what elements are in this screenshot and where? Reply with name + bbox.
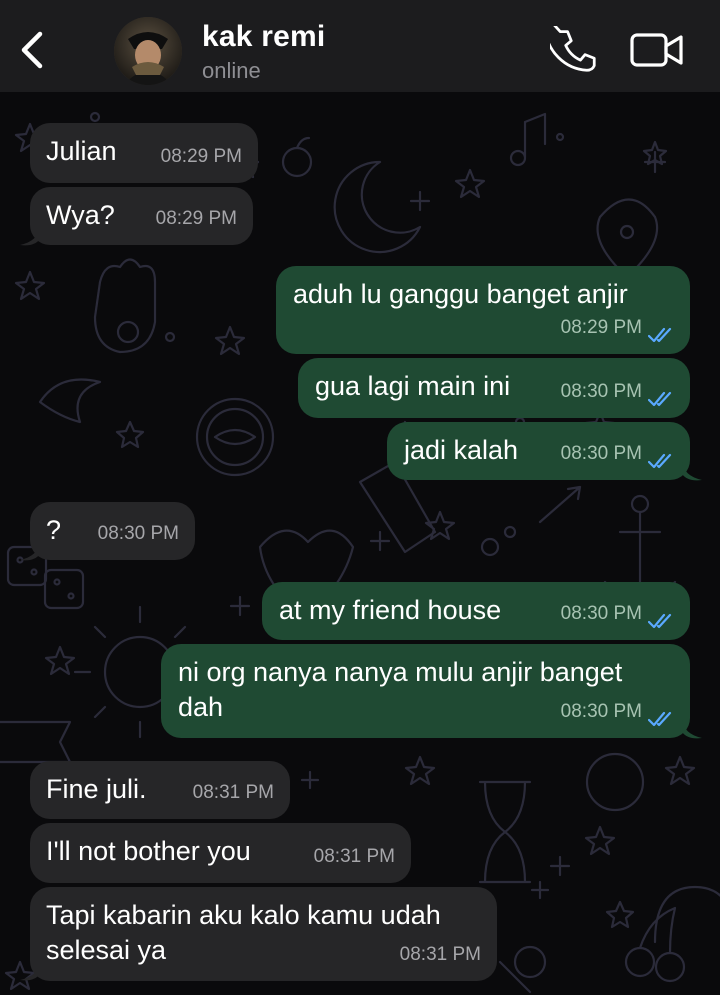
incoming-message[interactable]: Tapi kabarin aku kalo kamu udah selesai … — [30, 887, 497, 981]
bubble-tail — [682, 462, 702, 481]
bubble-tail — [20, 542, 40, 561]
outgoing-message[interactable]: gua lagi main ini 08:30 PM — [298, 358, 690, 418]
double-check-icon — [648, 453, 672, 469]
outgoing-message[interactable]: aduh lu ganggu banget anjir 08:29 PM — [276, 266, 690, 354]
chat-header: kak remi online — [0, 0, 720, 92]
message-text: Fine juli. — [46, 774, 147, 804]
voice-call-button[interactable] — [544, 20, 596, 72]
message-text-line1: Tapi kabarin aku kalo kamu udah — [46, 900, 441, 930]
message-time: 08:30 PM — [97, 523, 179, 544]
outgoing-message[interactable]: ni org nanya nanya mulu anjir banget dah… — [161, 644, 690, 738]
contact-avatar[interactable] — [114, 17, 182, 85]
chat-screen: kak remi online Julian 08:29 PM Wya? 08:… — [0, 0, 720, 995]
double-check-icon — [648, 391, 672, 407]
message-text: Wya? — [46, 200, 115, 230]
message-text: aduh lu ganggu banget anjir — [293, 279, 628, 309]
message-text: Julian — [46, 136, 117, 166]
bubble-tail — [682, 720, 702, 739]
message-time: 08:31 PM — [192, 782, 274, 803]
message-text: gua lagi main ini — [315, 371, 511, 401]
message-text-line2: selesai ya — [46, 935, 167, 965]
incoming-message[interactable]: I'll not bother you 08:31 PM — [30, 823, 411, 883]
message-text: at my friend house — [279, 595, 502, 625]
message-time: 08:30 PM — [560, 603, 642, 624]
message-time: 08:29 PM — [560, 317, 642, 338]
double-check-icon — [648, 327, 672, 343]
outgoing-message[interactable]: jadi kalah 08:30 PM — [387, 422, 690, 480]
avatar-image — [114, 17, 182, 85]
message-time: 08:30 PM — [560, 701, 642, 722]
back-button[interactable] — [12, 26, 52, 72]
message-time: 08:29 PM — [155, 208, 237, 229]
bubble-tail — [20, 962, 40, 981]
message-text: ? — [46, 515, 62, 545]
double-check-icon — [648, 711, 672, 727]
incoming-message[interactable]: Fine juli. 08:31 PM — [30, 761, 290, 819]
message-time: 08:30 PM — [560, 381, 642, 402]
incoming-message[interactable]: Julian 08:29 PM — [30, 123, 258, 183]
double-check-icon — [648, 613, 672, 629]
message-time: 08:31 PM — [399, 944, 481, 965]
bubble-tail — [20, 227, 40, 246]
phone-icon — [544, 20, 596, 72]
contact-name[interactable]: kak remi — [202, 20, 325, 54]
outgoing-message[interactable]: at my friend house 08:30 PM — [262, 582, 690, 640]
chevron-left-icon — [21, 31, 43, 69]
message-text: jadi kalah — [404, 435, 519, 465]
message-time: 08:29 PM — [160, 146, 242, 167]
message-text-line2: dah — [178, 692, 224, 722]
message-time: 08:30 PM — [560, 443, 642, 464]
message-list: Julian 08:29 PM Wya? 08:29 PM aduh lu ga… — [0, 92, 720, 995]
contact-status: online — [202, 58, 261, 83]
message-text: I'll not bother you — [46, 836, 251, 866]
incoming-message[interactable]: Wya? 08:29 PM — [30, 187, 253, 245]
video-camera-icon — [630, 33, 683, 67]
video-call-button[interactable] — [630, 32, 684, 68]
incoming-message[interactable]: ? 08:30 PM — [30, 502, 195, 560]
message-text-line1: ni org nanya nanya mulu anjir banget — [178, 657, 623, 687]
message-time: 08:31 PM — [313, 846, 395, 867]
